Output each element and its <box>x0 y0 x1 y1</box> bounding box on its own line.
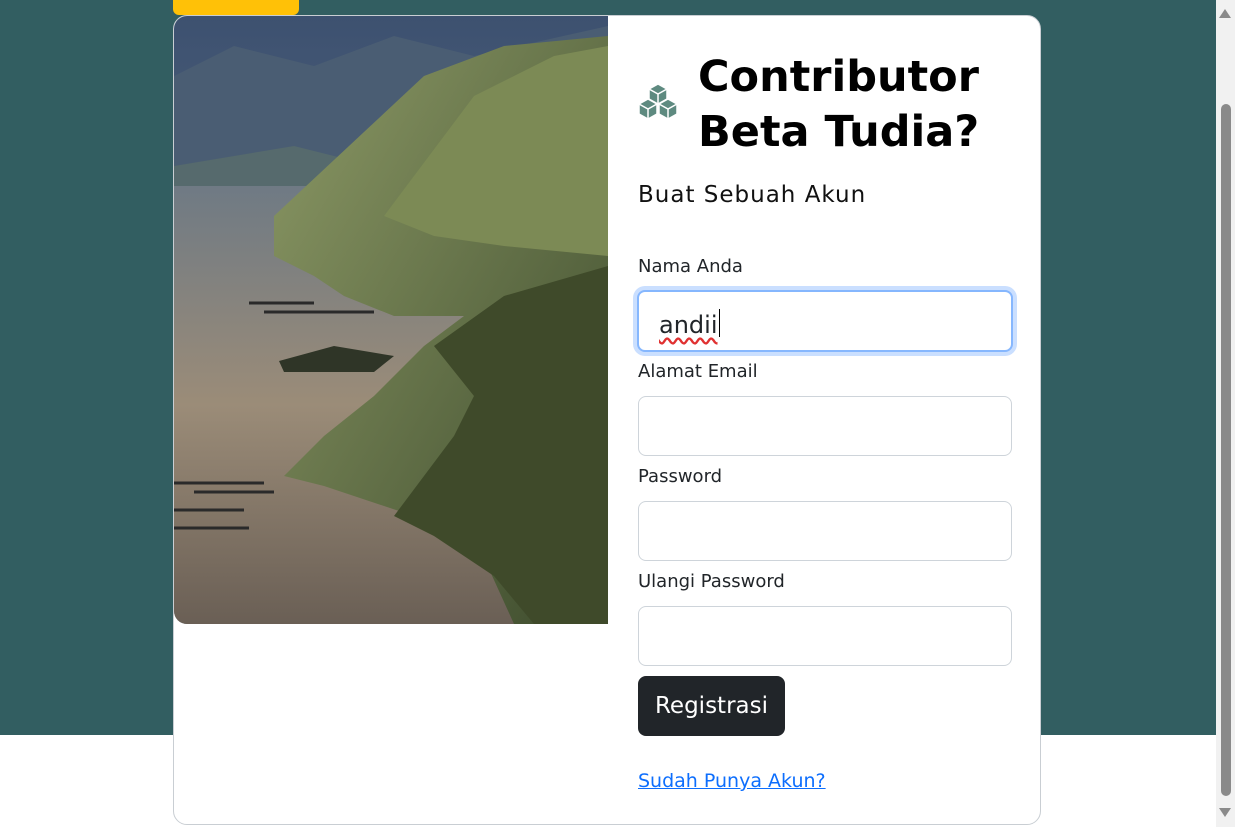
page-title: Contributor Beta Tudia? <box>698 52 980 157</box>
confirm-password-label: Ulangi Password <box>638 571 785 592</box>
name-input-value: andii <box>659 311 718 339</box>
password-input[interactable] <box>638 501 1012 561</box>
cubes-icon <box>636 82 680 120</box>
register-button[interactable]: Registrasi <box>638 676 785 736</box>
page-subtitle: Buat Sebuah Akun <box>638 182 867 208</box>
scroll-down-arrow-icon[interactable] <box>1219 808 1231 817</box>
text-caret <box>718 309 720 337</box>
name-label: Nama Anda <box>638 256 743 277</box>
hero-landscape-image <box>174 16 608 624</box>
top-accent-tab[interactable] <box>173 0 299 15</box>
email-label: Alamat Email <box>638 361 758 382</box>
scroll-up-arrow-icon[interactable] <box>1219 9 1231 18</box>
login-link[interactable]: Sudah Punya Akun? <box>638 770 826 792</box>
confirm-password-input[interactable] <box>638 606 1012 666</box>
password-label: Password <box>638 466 723 487</box>
name-input[interactable]: andii <box>637 290 1013 352</box>
scrollbar-thumb[interactable] <box>1221 104 1231 796</box>
email-input[interactable] <box>638 396 1012 456</box>
